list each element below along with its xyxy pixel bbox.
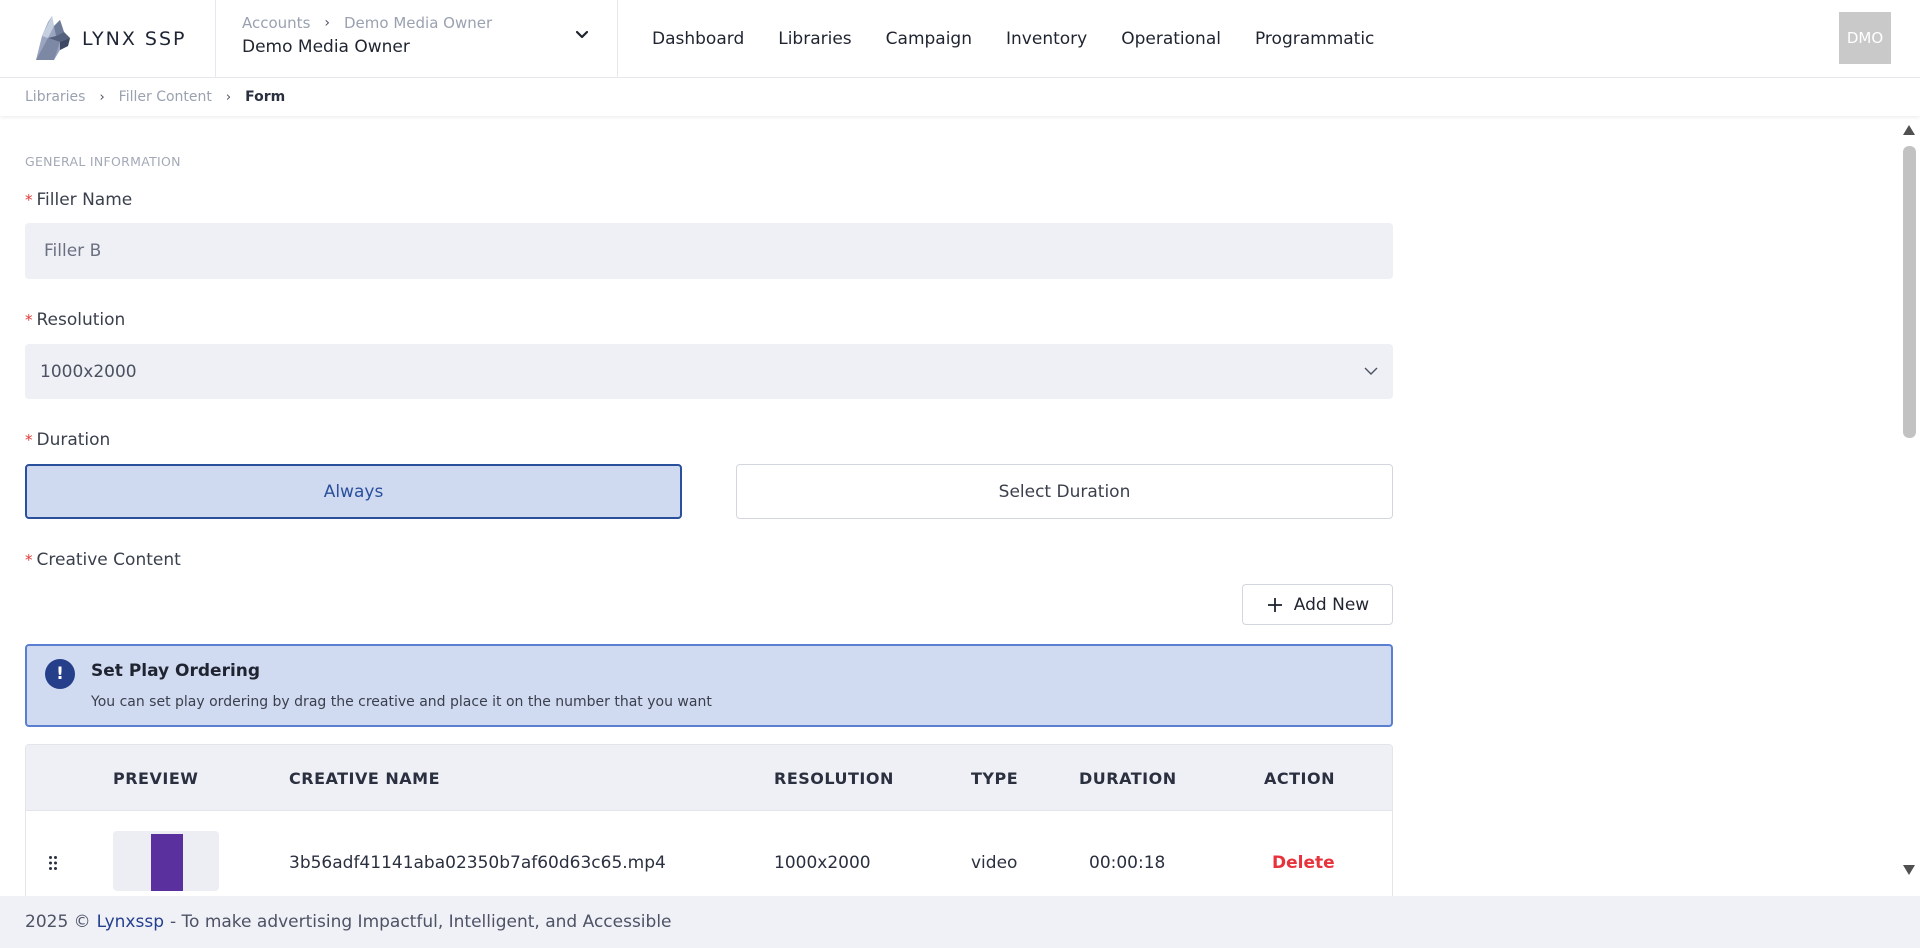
- required-marker: *: [25, 311, 33, 329]
- nav-programmatic[interactable]: Programmatic: [1255, 29, 1374, 49]
- chevron-down-icon: [1364, 367, 1378, 375]
- footer-brand-link[interactable]: Lynxssp: [97, 912, 164, 932]
- nav-dashboard[interactable]: Dashboard: [652, 29, 744, 49]
- col-type: TYPE: [971, 769, 1019, 788]
- required-marker: *: [25, 551, 33, 569]
- filler-name-input[interactable]: Filler B: [25, 223, 1393, 279]
- preview-image: [151, 834, 183, 891]
- duration-always-button[interactable]: Always: [25, 464, 682, 519]
- info-text: You can set play ordering by drag the cr…: [91, 694, 712, 710]
- col-duration: DURATION: [1079, 769, 1177, 788]
- chevron-down-icon[interactable]: [573, 26, 591, 44]
- table-header: PREVIEW CREATIVE NAME RESOLUTION TYPE DU…: [26, 745, 1392, 811]
- duration-label: * Duration: [25, 430, 111, 450]
- play-ordering-info: ! Set Play Ordering You can set play ord…: [25, 644, 1393, 727]
- chevron-right-icon: ›: [99, 89, 105, 105]
- scrollbar-thumb[interactable]: [1903, 146, 1916, 438]
- col-resolution: RESOLUTION: [774, 769, 894, 788]
- breadcrumb-form: Form: [245, 89, 286, 105]
- account-switcher[interactable]: Accounts › Demo Media Owner Demo Media O…: [216, 0, 618, 78]
- scroll-up-icon[interactable]: [1902, 124, 1916, 136]
- nav-libraries[interactable]: Libraries: [778, 29, 851, 49]
- breadcrumb: Libraries › Filler Content › Form: [0, 78, 1920, 116]
- add-new-button[interactable]: Add New: [1242, 584, 1393, 625]
- avatar[interactable]: DMO: [1839, 12, 1891, 64]
- col-creative-name: CREATIVE NAME: [289, 769, 441, 788]
- duration-cell: 00:00:18: [1089, 853, 1166, 873]
- footer: 2025 © Lynxssp - To make advertising Imp…: [0, 896, 1920, 948]
- plus-icon: [1267, 597, 1282, 612]
- drag-handle-icon[interactable]: [48, 855, 58, 871]
- add-new-label: Add New: [1293, 594, 1370, 615]
- exclamation-icon: !: [45, 659, 75, 689]
- main-nav: Dashboard Libraries Campaign Inventory O…: [618, 0, 1374, 77]
- account-name: Demo Media Owner: [242, 37, 410, 57]
- creative-name-cell: 3b56adf41141aba02350b7af60d63c65.mp4: [289, 853, 666, 873]
- resolution-label: * Resolution: [25, 310, 126, 330]
- nav-operational[interactable]: Operational: [1121, 29, 1221, 49]
- chevron-right-icon: ›: [225, 89, 232, 105]
- brand-name: LYNX SSP: [82, 28, 187, 50]
- type-cell: video: [971, 853, 1018, 873]
- creative-preview-thumbnail[interactable]: [113, 831, 219, 891]
- creative-content-label: * Creative Content: [25, 550, 181, 570]
- account-crumb-owner[interactable]: Demo Media Owner: [344, 14, 492, 32]
- col-action: ACTION: [1264, 769, 1335, 788]
- section-title: GENERAL INFORMATION: [25, 154, 181, 169]
- chevron-right-icon: ›: [324, 15, 330, 31]
- scroll-down-icon[interactable]: [1902, 864, 1916, 876]
- nav-inventory[interactable]: Inventory: [1006, 29, 1087, 49]
- brand[interactable]: LYNX SSP: [0, 0, 216, 78]
- nav-campaign[interactable]: Campaign: [886, 29, 972, 49]
- breadcrumb-libraries[interactable]: Libraries: [25, 89, 85, 105]
- lynx-logo-icon: [36, 16, 70, 60]
- footer-tagline: - To make advertising Impactful, Intelli…: [169, 912, 672, 932]
- required-marker: *: [25, 191, 33, 209]
- filler-name-label: * Filler Name: [25, 190, 133, 210]
- duration-select-button[interactable]: Select Duration: [736, 464, 1393, 519]
- col-preview: PREVIEW: [113, 769, 199, 788]
- account-crumb-accounts[interactable]: Accounts: [242, 14, 310, 32]
- info-title: Set Play Ordering: [91, 661, 261, 681]
- account-breadcrumb: Accounts › Demo Media Owner: [242, 14, 617, 32]
- resolution-cell: 1000x2000: [774, 853, 871, 873]
- resolution-select[interactable]: 1000x2000: [25, 344, 1393, 399]
- top-header: LYNX SSP Accounts › Demo Media Owner Dem…: [0, 0, 1920, 78]
- delete-button[interactable]: Delete: [1272, 853, 1335, 873]
- required-marker: *: [25, 431, 33, 449]
- breadcrumb-filler-content[interactable]: Filler Content: [119, 89, 212, 105]
- table-row[interactable]: 3b56adf41141aba02350b7af60d63c65.mp4 100…: [26, 811, 1392, 896]
- footer-copyright: 2025 ©: [25, 912, 91, 932]
- creative-table: PREVIEW CREATIVE NAME RESOLUTION TYPE DU…: [25, 744, 1393, 896]
- resolution-value: 1000x2000: [40, 361, 137, 382]
- form-content: GENERAL INFORMATION * Filler Name Filler …: [25, 116, 1393, 896]
